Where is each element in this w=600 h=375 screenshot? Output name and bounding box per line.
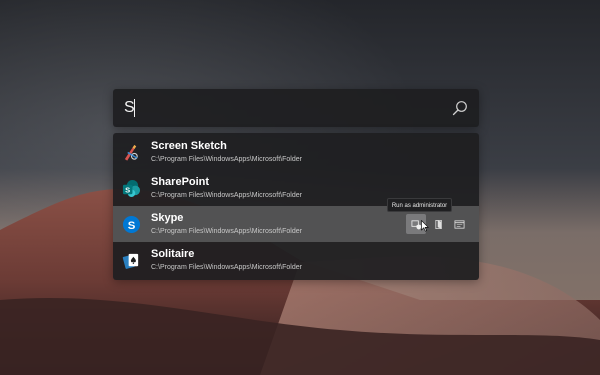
run-as-admin-icon <box>411 219 421 230</box>
result-title: SharePoint <box>151 176 210 188</box>
open-in-console-button[interactable] <box>449 214 469 234</box>
skype-icon: S <box>122 215 141 234</box>
result-item-solitaire[interactable]: Solitaire C:\Program Files\WindowsApps\M… <box>113 242 479 278</box>
screen-sketch-icon <box>124 144 138 161</box>
search-box[interactable]: S <box>113 89 479 127</box>
sharepoint-icon: S <box>122 179 141 198</box>
solitaire-icon <box>122 253 139 269</box>
svg-text:S: S <box>128 220 136 232</box>
result-item-screen-sketch[interactable]: Screen Sketch C:\Program Files\WindowsAp… <box>113 134 479 170</box>
svg-text:S: S <box>125 185 130 194</box>
text-caret <box>134 99 135 117</box>
result-title: Screen Sketch <box>151 140 227 152</box>
open-file-location-icon <box>434 219 442 229</box>
open-file-location-button[interactable] <box>429 214 449 234</box>
run-as-admin-tooltip: Run as administrator <box>387 198 452 212</box>
mouse-pointer-icon <box>421 220 429 232</box>
result-path: C:\Program Files\WindowsApps\Microsoft\F… <box>151 156 302 163</box>
result-title: Solitaire <box>151 248 195 260</box>
result-path: C:\Program Files\WindowsApps\Microsoft\F… <box>151 264 302 271</box>
result-path: C:\Program Files\WindowsApps\Microsoft\F… <box>151 228 302 235</box>
result-title: Skype <box>151 212 184 224</box>
result-path: C:\Program Files\WindowsApps\Microsoft\F… <box>151 192 302 199</box>
search-icon[interactable] <box>452 100 468 116</box>
open-in-console-icon <box>454 219 464 229</box>
